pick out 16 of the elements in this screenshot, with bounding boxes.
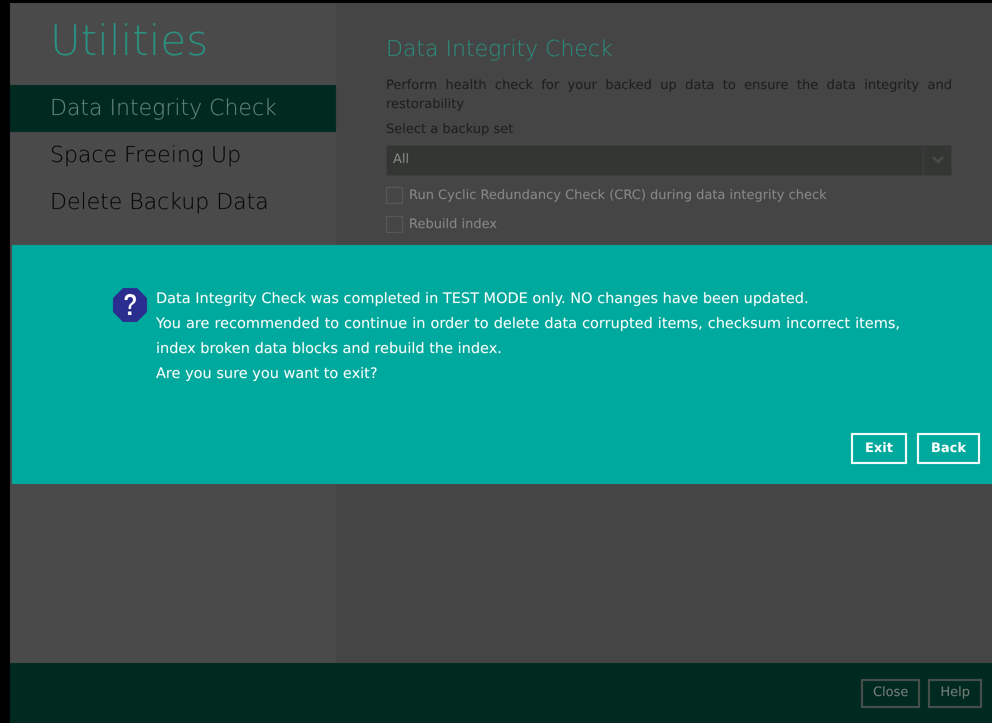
dialog-message: Are you sure you want to exit? — [156, 365, 379, 384]
footer-button[interactable]: Help — [928, 678, 982, 708]
dialog-message: Data Integrity Check was completed in TEST MODE only. NO changes have been updated. — [156, 290, 810, 309]
checkbox-label: Rebuild index — [409, 216, 498, 234]
footer-button[interactable]: Close — [860, 678, 920, 708]
sidebar-title: Utilities — [49, 15, 210, 67]
checkbox-label: Run Cyclic Redundancy Check (CRC) during data integrity check — [409, 186, 827, 204]
sidebar-item[interactable]: Space Freeing Up — [10, 132, 336, 179]
dialog-button[interactable]: Back — [916, 433, 980, 464]
sidebar-item[interactable]: Delete Backup Data — [10, 179, 336, 226]
question-icon — [112, 287, 148, 323]
dialog-message: You are recommended to continue in order to delete data corrupted items, checksum incorrect items, index broken data blocks and rebuild the index. — [156, 315, 900, 359]
backup-set-dropdown[interactable]: All — [386, 144, 952, 176]
page-heading: Data Integrity Check — [386, 36, 614, 64]
sidebar-item[interactable]: Data Integrity Check — [10, 85, 336, 132]
dialog-button[interactable]: Exit — [851, 433, 907, 464]
